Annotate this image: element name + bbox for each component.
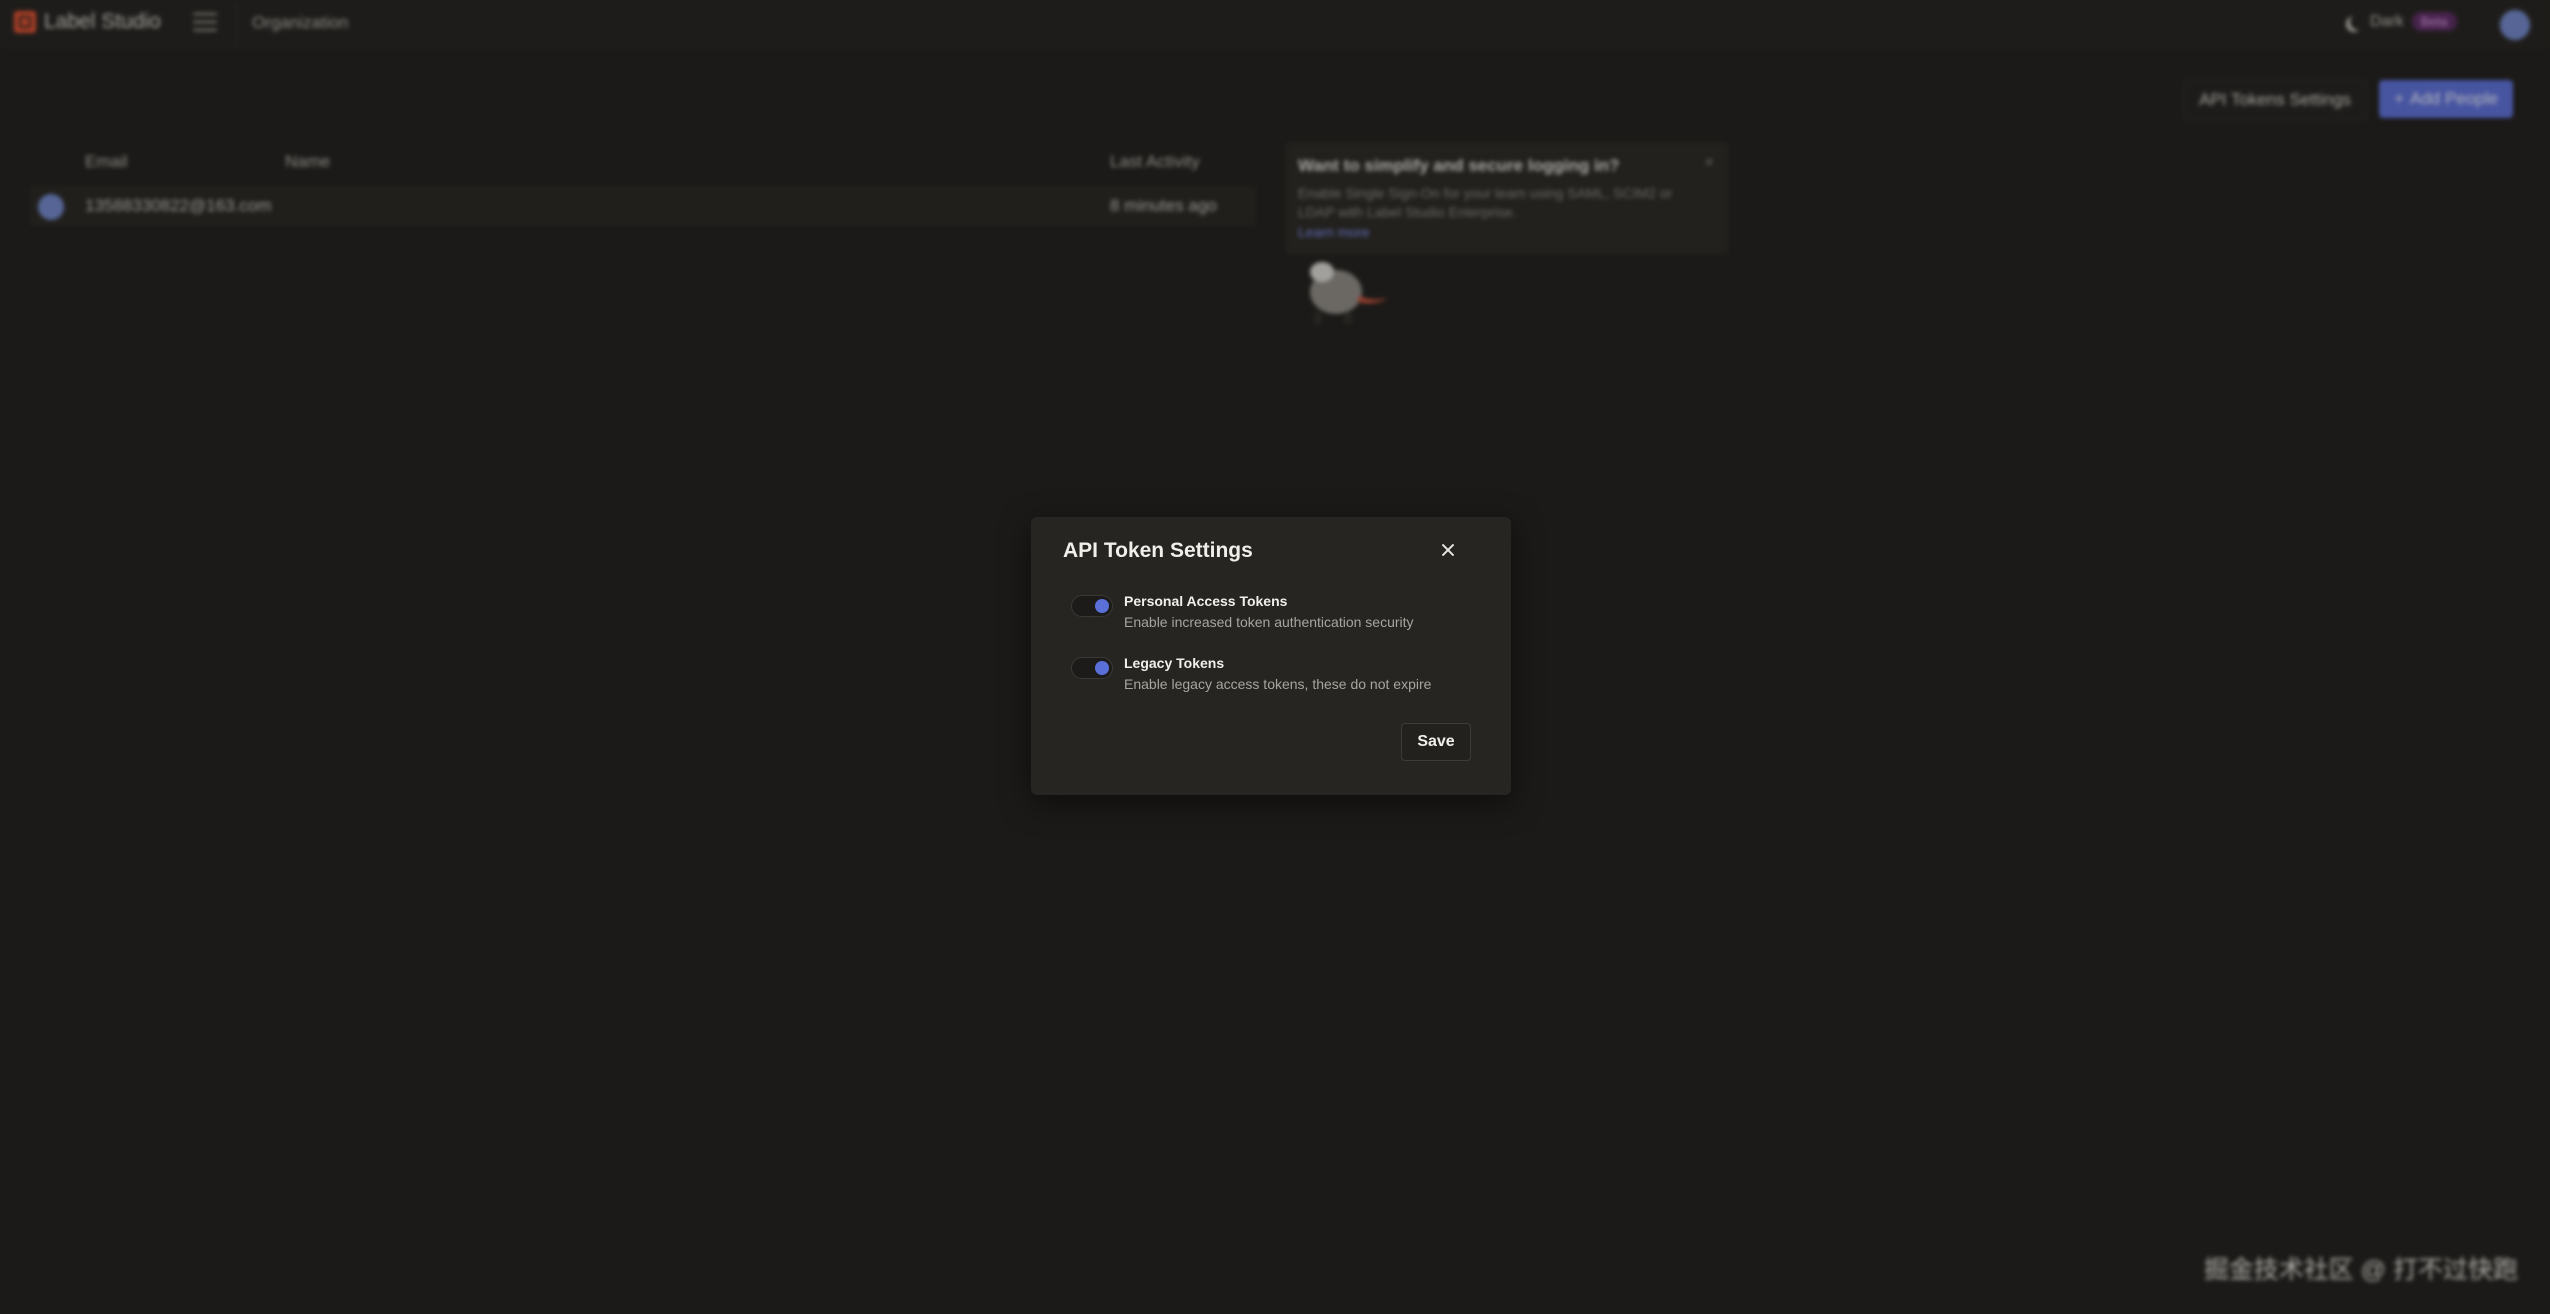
legacy-tokens-toggle[interactable] bbox=[1071, 657, 1113, 679]
option-title: Legacy Tokens bbox=[1124, 655, 1225, 671]
modal-title: API Token Settings bbox=[1063, 539, 1253, 562]
save-button[interactable]: Save bbox=[1401, 723, 1471, 761]
option-description: Enable legacy access tokens, these do no… bbox=[1124, 676, 1432, 692]
legacy-tokens-option: Legacy Tokens Enable legacy access token… bbox=[1071, 651, 1491, 697]
personal-access-tokens-option: Personal Access Tokens Enable increased … bbox=[1071, 589, 1491, 635]
toggle-knob bbox=[1095, 599, 1109, 613]
option-title: Personal Access Tokens bbox=[1124, 593, 1288, 609]
close-icon[interactable] bbox=[1435, 537, 1461, 563]
personal-access-tokens-toggle[interactable] bbox=[1071, 595, 1113, 617]
option-description: Enable increased token authentication se… bbox=[1124, 614, 1414, 630]
api-token-settings-modal: API Token Settings Personal Access Token… bbox=[1031, 517, 1511, 795]
toggle-knob bbox=[1095, 661, 1109, 675]
